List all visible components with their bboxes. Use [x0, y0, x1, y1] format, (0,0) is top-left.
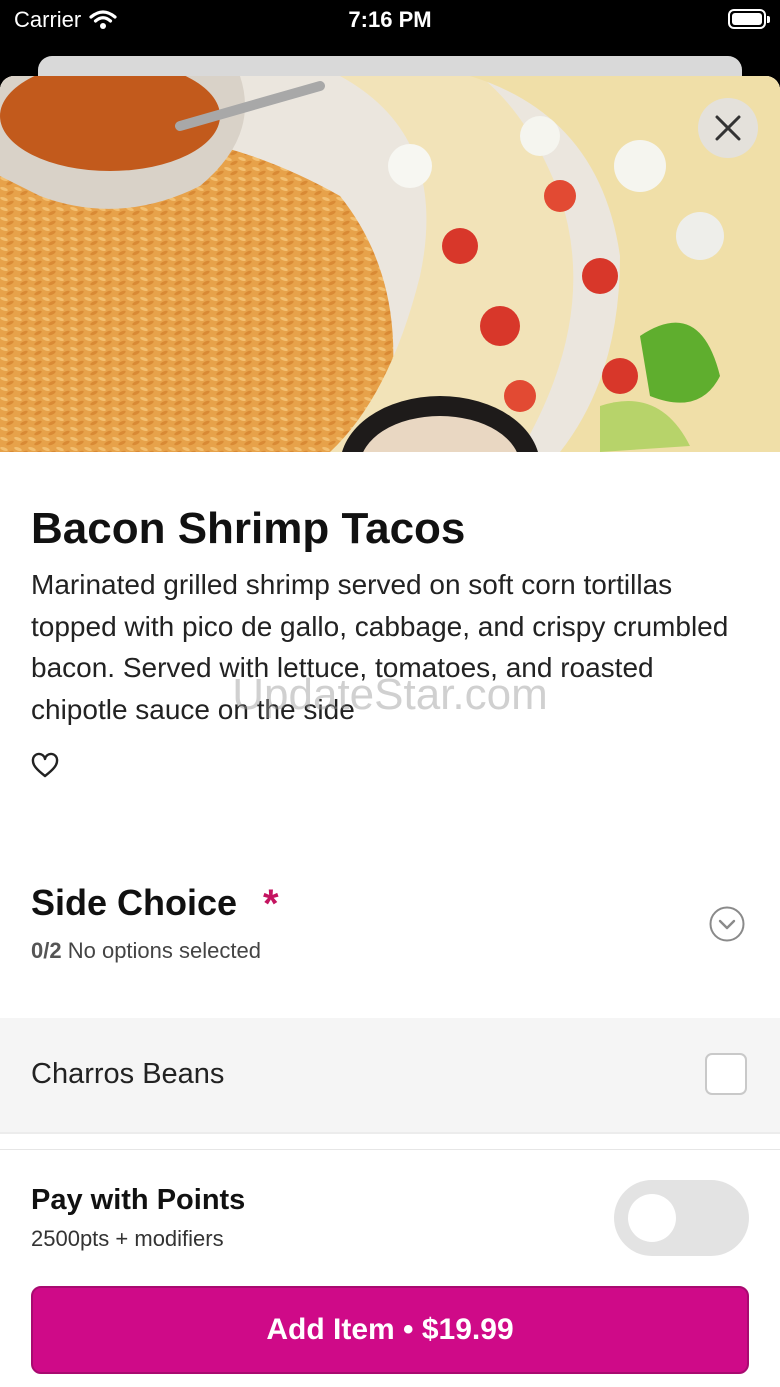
- side-choice-title: Side Choice: [31, 882, 238, 923]
- chevron-down-icon[interactable]: [709, 906, 745, 942]
- close-icon: [715, 115, 741, 141]
- pay-with-points-title: Pay with Points: [31, 1184, 246, 1216]
- favorite-heart-icon[interactable]: [31, 752, 59, 780]
- status-time: 7:16 PM: [348, 7, 432, 32]
- battery-icon: [728, 9, 770, 29]
- close-button[interactable]: [698, 98, 758, 158]
- order-footer: Pay with Points 2500pts + modifiers Add …: [0, 1149, 780, 1387]
- option-checkbox[interactable]: [705, 1053, 747, 1095]
- required-indicator: *: [263, 882, 279, 926]
- selection-count: 0/2 No options selected: [31, 938, 261, 964]
- side-choice-header[interactable]: Side Choice * 0/2 No options selected: [0, 866, 780, 1016]
- item-description: Marinated grilled shrimp served on soft …: [31, 569, 729, 725]
- item-title: Bacon Shrimp Tacos: [31, 504, 466, 553]
- option-label: Charros Beans: [31, 1058, 225, 1090]
- toggle-knob: [628, 1194, 676, 1242]
- selection-count-value: 0/2: [31, 938, 62, 963]
- selection-status: No options selected: [67, 938, 261, 963]
- status-bar: Carrier 7:16 PM: [0, 0, 780, 40]
- pay-with-points-toggle[interactable]: [614, 1180, 749, 1256]
- add-item-button[interactable]: Add Item • $19.99: [31, 1286, 749, 1374]
- item-photo: [0, 76, 780, 452]
- option-row-charros-beans[interactable]: Charros Beans: [0, 1018, 780, 1134]
- points-cost: 2500pts + modifiers: [31, 1226, 224, 1251]
- item-detail-sheet: Bacon Shrimp Tacos Marinated grilled shr…: [0, 76, 780, 1387]
